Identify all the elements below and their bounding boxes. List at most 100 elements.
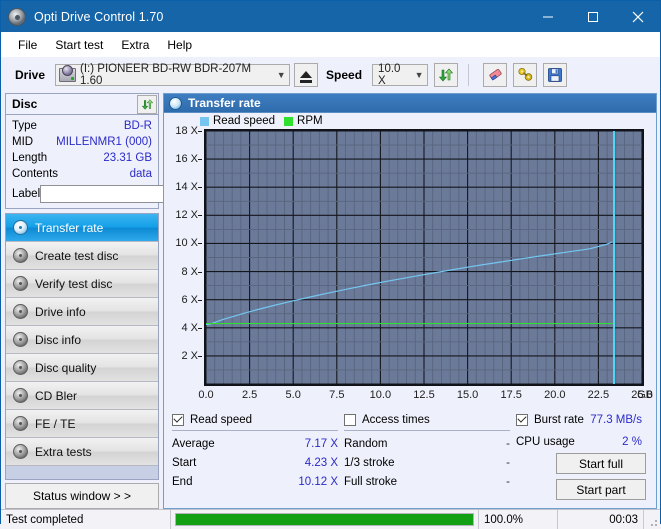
chart-y-tick	[198, 272, 202, 273]
sidebar-item-label: Create test disc	[35, 249, 118, 263]
chart-y-tick-label: 18 X	[175, 125, 198, 137]
stat-key: End	[172, 476, 192, 488]
disc-row-key: Contents	[12, 168, 58, 180]
minimize-icon[interactable]	[525, 1, 570, 32]
disc-info-rows: Type BD-R MID MILLENMR1 (000) Length 23.…	[6, 115, 158, 208]
eraser-icon	[487, 66, 504, 83]
sidebar-nav: Transfer rate Create test disc Verify te…	[5, 213, 159, 466]
disc-row-key: Type	[12, 120, 37, 132]
chart-y-tick-label: 4 X	[181, 322, 198, 334]
disc-row-value: data	[130, 168, 152, 180]
chart-x-tick-label: 10.0	[370, 389, 391, 401]
stat-value: -	[506, 438, 510, 450]
menu-item-extra[interactable]: Extra	[112, 35, 158, 55]
window-controls	[525, 1, 660, 32]
chevron-down-icon: ▼	[411, 70, 427, 80]
chart-canvas	[206, 131, 642, 384]
disc-icon	[13, 332, 28, 347]
disc-icon	[13, 276, 28, 291]
menu-bar: File Start test Extra Help	[1, 32, 660, 57]
tools-button[interactable]	[513, 63, 537, 87]
burst-rate-checkbox[interactable]	[516, 414, 528, 426]
stat-value: -	[506, 476, 510, 488]
sidebar-item-transfer-rate[interactable]: Transfer rate	[6, 214, 158, 242]
sidebar-item-label: CD Bler	[35, 389, 77, 403]
refresh-button[interactable]	[434, 63, 458, 87]
stat-value: -	[506, 457, 510, 469]
disc-row-mid: MID MILLENMR1 (000)	[12, 134, 152, 150]
drive-icon	[59, 68, 76, 82]
chart-y-tick	[198, 187, 202, 188]
legend-swatch-read-speed	[200, 117, 209, 126]
chevron-down-icon: ▼	[273, 70, 289, 80]
sidebar-item-label: Disc quality	[35, 361, 96, 375]
disc-row-value: 23.31 GB	[103, 152, 152, 164]
chart-y-tick	[198, 356, 202, 357]
sidebar-item-extra-tests[interactable]: Extra tests	[6, 438, 158, 466]
eject-button[interactable]	[294, 63, 318, 87]
sidebar-item-label: FE / TE	[35, 417, 75, 431]
sidebar-item-drive-info[interactable]: Drive info	[6, 298, 158, 326]
sidebar-item-disc-info[interactable]: Disc info	[6, 326, 158, 354]
sidebar-item-cd-bler[interactable]: CD Bler	[6, 382, 158, 410]
chart-y-axis: 2 X4 X6 X8 X10 X12 X14 X16 X18 X	[164, 129, 202, 386]
stat-row-cpu-usage: CPU usage 2 %	[516, 432, 648, 451]
progress-track	[175, 513, 474, 526]
save-button[interactable]	[543, 63, 567, 87]
save-icon	[547, 67, 563, 83]
sidebar-item-label: Disc info	[35, 333, 81, 347]
disc-info-box: Disc Type BD-R MID MILL	[5, 93, 159, 209]
disc-label-row: Label	[12, 184, 152, 204]
start-full-button[interactable]: Start full	[556, 453, 646, 474]
read-speed-stats: Read speed Average 7.17 X Start 4.23 X E…	[172, 411, 344, 502]
status-window-label: Status window > >	[33, 489, 131, 503]
start-part-button[interactable]: Start part	[556, 479, 646, 500]
menu-item-help[interactable]: Help	[158, 35, 201, 55]
menu-item-file[interactable]: File	[9, 35, 46, 55]
main-body: Disc Type BD-R MID MILL	[1, 93, 660, 509]
sidebar-item-create-test-disc[interactable]: Create test disc	[6, 242, 158, 270]
stat-key: Random	[344, 438, 387, 450]
sidebar-item-disc-quality[interactable]: Disc quality	[6, 354, 158, 382]
status-window-button[interactable]: Status window > >	[5, 483, 159, 509]
access-times-title: Access times	[362, 414, 430, 426]
sidebar-item-label: Transfer rate	[35, 221, 103, 235]
erase-button[interactable]	[483, 63, 507, 87]
sidebar-item-label: Extra tests	[35, 445, 92, 459]
read-speed-checkbox[interactable]	[172, 414, 184, 426]
drive-select[interactable]: (I:) PIONEER BD-RW BDR-207M 1.60 ▼	[55, 64, 290, 86]
burst-rate-value: 77.3 MB/s	[590, 414, 642, 426]
progress-fill	[176, 514, 473, 525]
menu-item-start-test[interactable]: Start test	[46, 35, 112, 55]
access-times-stats: Access times Random - 1/3 stroke - Full …	[344, 411, 516, 502]
disc-info-title: Disc	[12, 97, 37, 111]
chart-x-tick-label: 20.0	[544, 389, 565, 401]
stat-row-third-stroke: 1/3 stroke -	[344, 453, 516, 472]
disc-icon	[13, 444, 28, 459]
toolbar-separator	[468, 64, 469, 86]
chart-y-tick-label: 14 X	[175, 181, 198, 193]
burst-rate-header: Burst rate 77.3 MB/s	[516, 411, 648, 428]
stat-value: 4.23 X	[305, 457, 338, 469]
access-times-checkbox[interactable]	[344, 414, 356, 426]
resize-grip[interactable]	[644, 510, 660, 529]
maximize-icon[interactable]	[570, 1, 615, 32]
sidebar-item-label: Verify test disc	[35, 277, 112, 291]
stat-value: 7.17 X	[305, 438, 338, 450]
divider	[344, 430, 510, 431]
sidebar-item-label: Drive info	[35, 305, 86, 319]
disc-icon	[13, 388, 28, 403]
speed-select[interactable]: 10.0 X ▼	[372, 64, 428, 86]
sidebar-item-fe-te[interactable]: FE / TE	[6, 410, 158, 438]
chart-y-tick-label: 16 X	[175, 153, 198, 165]
sidebar-item-verify-test-disc[interactable]: Verify test disc	[6, 270, 158, 298]
content-panel: Transfer rate Read speed RPM 2 X4 X6 X8 …	[163, 93, 657, 509]
progress-percent: 100.0%	[478, 510, 558, 529]
stat-value: 10.12 X	[298, 476, 338, 488]
eject-icon	[300, 71, 312, 78]
disc-refresh-button[interactable]	[137, 95, 157, 114]
close-icon[interactable]	[615, 1, 660, 32]
chart-y-tick	[198, 243, 202, 244]
chart-x-tick-label: 25.0	[631, 389, 652, 401]
legend-label-read-speed: Read speed	[213, 115, 275, 127]
